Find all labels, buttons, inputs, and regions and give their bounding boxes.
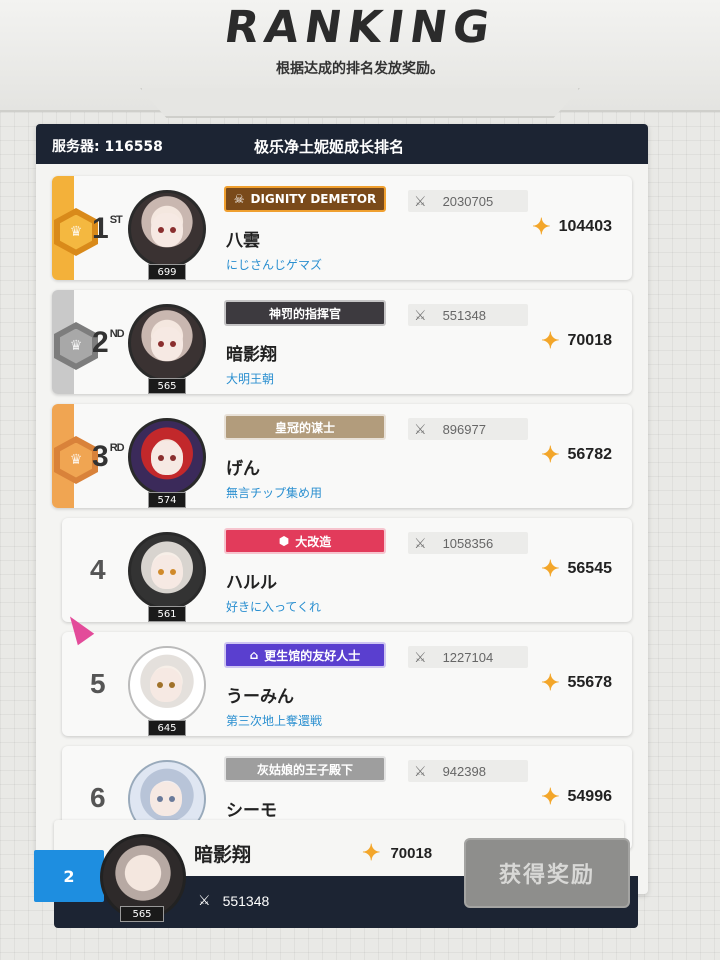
score: ✦ 56545 [541,556,612,581]
avatar[interactable] [128,304,206,382]
score: ✦ 55678 [541,670,612,695]
level-badge: 574 [148,492,186,508]
title-badge: ⌂ 更生馆的友好人士 [224,642,386,668]
power-box: ⚔ 896977 [408,418,528,440]
hexagon-icon: ⬢ [278,534,290,548]
page-subtitle: 根据达成的排名发放奖励。 [276,61,444,77]
title-badge: 皇冠的谋士 [224,414,386,440]
player-name: げん [226,459,260,479]
my-rank-badge: 2 [34,850,104,902]
power-box: ⚔ 551348 [408,304,528,326]
power-box: ⚔ 1227104 [408,646,528,668]
ranking-row-3[interactable]: ♛ 3 RD 574 皇冠的谋士 ⚔ 896977 げん 無言チップ集め用 ✦ 567… [52,404,632,508]
rank-number: 6 [90,782,106,813]
player-name: 八雲 [226,231,260,251]
crossed-swords-icon: ⚔ [414,762,427,779]
my-ranking-bar: 2 565 暗影翔 ✦ 70018 ⚔ 551348 获得奖励 [34,820,640,928]
building-icon: ⌂ [249,648,259,662]
rank-number: 1 ST [92,212,123,245]
guild-name: 無言チップ集め用 [226,486,323,500]
title-badge: ☠ DIGNITY DEMETOR [224,186,386,212]
player-name: 暗影翔 [226,345,277,365]
avatar[interactable] [128,190,206,268]
avatar[interactable] [128,646,206,724]
my-player-name: 暗影翔 [194,844,252,866]
title-badge: 神罚的指挥官 [224,300,386,326]
avatar[interactable] [128,532,206,610]
player-name: ハルル [226,573,277,593]
page-title: RANKING [221,2,499,53]
rank-number: 5 [90,668,106,699]
player-name: うーみん [226,687,294,707]
level-badge: 565 [148,378,186,394]
power-box: ⚔ 1058356 [408,532,528,554]
panel-header: 服务器: 116558 极乐净土妮姬成长排名 [36,124,648,164]
star-icon: ✦ [541,556,560,581]
crossed-swords-icon: ⚔ [414,192,427,209]
star-icon: ✦ [541,328,560,353]
rank-number: 2 ND [92,326,125,359]
ranking-row-4[interactable]: 4 561 ⬢ 大改造 ⚔ 1058356 ハルル 好きに入ってくれ ✦ 56545 [62,518,632,622]
level-badge: 561 [148,606,186,622]
score: ✦ 54996 [541,784,612,809]
guild-name: 大明王朝 [226,372,275,386]
star-icon: ✦ [362,840,381,865]
score: ✦ 104403 [532,214,612,239]
ranking-panel: 服务器: 116558 极乐净土妮姬成长排名 ♛ 1 ST 699 ☠ DIGNIT… [36,124,648,894]
guild-name: にじさんじゲマズ [226,258,323,272]
player-name: シーモ [226,801,277,821]
crossed-swords-icon: ⚔ [198,892,211,908]
crossed-swords-icon: ⚔ [414,648,427,665]
my-score: ✦ 70018 [362,840,433,865]
my-power: ⚔ 551348 [198,892,270,909]
title-badge: 灰姑娘的王子殿下 [224,756,386,782]
score: ✦ 70018 [541,328,612,353]
star-icon: ✦ [541,784,560,809]
claim-reward-button[interactable]: 获得奖励 [464,838,630,908]
score: ✦ 56782 [541,442,612,467]
star-icon: ✦ [532,214,551,239]
guild-name: 第三次地上奪還戦 [226,714,323,728]
power-box: ⚔ 942398 [408,760,528,782]
rank-number: 4 [90,554,106,585]
ranking-row-5[interactable]: 5 645 ⌂ 更生馆的友好人士 ⚔ 1227104 うーみん 第三次地上奪還戦 ✦… [62,632,632,736]
avatar[interactable] [128,418,206,496]
guild-name: 好きに入ってくれ [226,600,322,614]
ranking-row-2[interactable]: ♛ 2 ND 565 神罚的指挥官 ⚔ 551348 暗影翔 大明王朝 ✦ 70018 [52,290,632,394]
power-box: ⚔ 2030705 [408,190,528,212]
my-level-badge: 565 [120,906,164,922]
server-label: 服务器: 116558 [52,139,163,155]
rank-number: 3 RD [92,440,125,473]
crossed-swords-icon: ⚔ [414,306,427,323]
level-badge: 699 [148,264,186,280]
title-badge: ⬢ 大改造 [224,528,386,554]
ranking-row-1[interactable]: ♛ 1 ST 699 ☠ DIGNITY DEMETOR ⚔ 2030705 八雲 に… [52,176,632,280]
crossed-swords-icon: ⚔ [414,420,427,437]
header-notch [140,88,580,118]
board-title: 极乐净土妮姬成长排名 [254,138,405,156]
skull-icon: ☠ [233,192,245,206]
level-badge: 645 [148,720,186,736]
star-icon: ✦ [541,670,560,695]
crossed-swords-icon: ⚔ [414,534,427,551]
star-icon: ✦ [541,442,560,467]
